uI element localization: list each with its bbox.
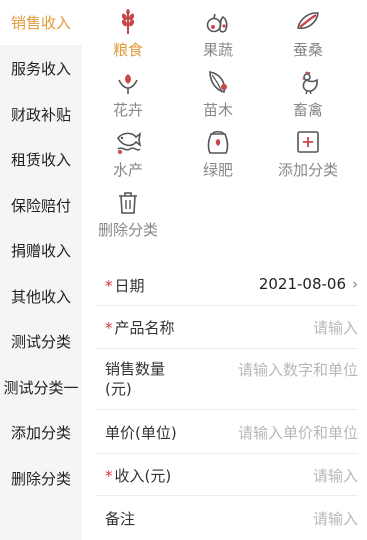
category-label: 水产: [112, 161, 143, 179]
date-row[interactable]: * 日期 2021-08-06 ›: [95, 263, 358, 306]
product-name-row[interactable]: * 产品名称 请输入: [95, 306, 358, 349]
sidebar-item-sales-income[interactable]: 销售收入: [0, 0, 82, 45]
sidebar-item-fiscal-subsidy[interactable]: 财政补贴: [0, 92, 82, 137]
note-row[interactable]: 备注 请输入: [95, 496, 358, 540]
category-label: 畜禽: [292, 101, 323, 119]
fertilizer-bag-icon: [207, 131, 229, 154]
add-box-icon: [297, 131, 319, 153]
sidebar-item-rental-income[interactable]: 租赁收入: [0, 137, 82, 182]
category-label: 删除分类: [97, 221, 158, 239]
income-row[interactable]: * 收入(元) 请输入: [95, 454, 358, 496]
category-label: 绿肥: [202, 161, 233, 179]
silkworm-icon: [297, 12, 319, 30]
flower-icon: [118, 74, 138, 94]
category-label: 蚕桑: [292, 41, 323, 59]
sidebar-item-service-income[interactable]: 服务收入: [0, 46, 82, 91]
category-label: 添加分类: [277, 161, 338, 179]
product-name-label: * 产品名称: [105, 319, 175, 337]
category-sidebar: 销售收入 服务收入 财政补贴 租赁收入 保险赔付 捐赠收入 其他收入 测试分类 …: [0, 0, 82, 540]
category-fruit-vegetable[interactable]: 果蔬: [176, 8, 260, 60]
income-label: * 收入(元): [105, 467, 172, 485]
category-label: 苗木: [202, 101, 233, 119]
required-mark: *: [105, 277, 113, 295]
fish-icon: [117, 132, 142, 154]
unit-price-row[interactable]: 单价(单位) 请输入单价和单位: [95, 410, 358, 454]
category-add[interactable]: 添加分类: [266, 128, 350, 180]
category-aquatic[interactable]: 水产: [86, 128, 170, 180]
product-name-input[interactable]: 请输入: [313, 317, 358, 338]
sidebar-item-add-category[interactable]: 添加分类: [0, 410, 82, 455]
sales-quantity-label: 销售数量 (元): [105, 360, 166, 398]
trash-icon: [119, 192, 137, 214]
sidebar-item-insurance-payout[interactable]: 保险赔付: [0, 183, 82, 228]
sales-quantity-input[interactable]: 请输入数字和单位: [238, 359, 358, 380]
category-livestock[interactable]: 畜禽: [266, 68, 350, 120]
income-input[interactable]: 请输入: [313, 465, 358, 486]
fruit-vegetable-icon: [206, 13, 228, 33]
sidebar-item-test-category[interactable]: 测试分类: [0, 319, 82, 364]
note-input[interactable]: 请输入: [313, 508, 358, 529]
required-mark: *: [105, 319, 113, 337]
category-delete[interactable]: 删除分类: [86, 188, 170, 240]
sidebar-item-donation-income[interactable]: 捐赠收入: [0, 228, 82, 273]
date-label: * 日期: [105, 277, 145, 295]
required-mark: *: [105, 467, 113, 485]
category-label: 粮食: [112, 41, 143, 59]
sidebar-item-other-income[interactable]: 其他收入: [0, 274, 82, 319]
category-silkworm[interactable]: 蚕桑: [266, 8, 350, 60]
sidebar-item-test-category-one[interactable]: 测试分类一: [0, 365, 82, 410]
date-value[interactable]: 2021-08-06 ›: [259, 275, 358, 293]
sidebar-item-delete-category[interactable]: 删除分类: [0, 456, 82, 501]
unit-price-label: 单价(单位): [105, 424, 177, 442]
category-grain[interactable]: 粮食: [86, 8, 170, 60]
seedling-icon: [209, 71, 227, 93]
category-green-manure[interactable]: 绿肥: [176, 128, 260, 180]
category-flower[interactable]: 花卉: [86, 68, 170, 120]
unit-price-input[interactable]: 请输入单价和单位: [238, 422, 358, 443]
rooster-icon: [302, 71, 318, 95]
chevron-right-icon: ›: [352, 275, 358, 293]
wheat-icon: [121, 9, 135, 34]
category-label: 果蔬: [202, 41, 233, 59]
category-label: 花卉: [112, 101, 143, 119]
category-seedling[interactable]: 苗木: [176, 68, 260, 120]
sales-quantity-row[interactable]: 销售数量 (元) 请输入数字和单位: [95, 349, 358, 410]
note-label: 备注: [105, 510, 136, 528]
